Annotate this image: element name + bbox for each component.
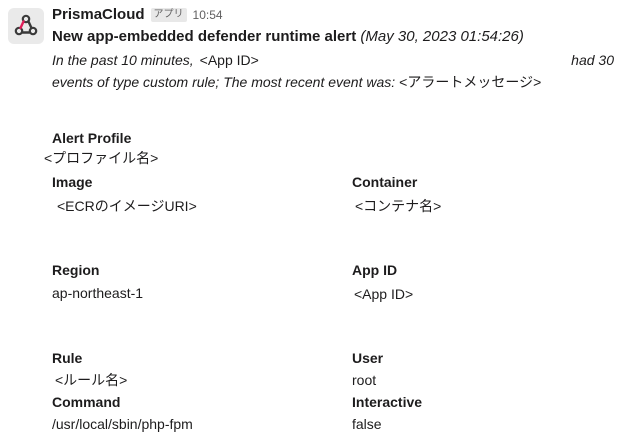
command-value: /usr/local/sbin/php-fpm: [52, 416, 193, 432]
desc-line2: events of type custom rule; The most rec…: [52, 74, 396, 90]
user-label: User: [352, 350, 384, 366]
region-label: Region: [52, 262, 100, 278]
interactive-value: false: [352, 416, 382, 432]
container-value: <コンテナ名>: [355, 198, 442, 214]
sender-name[interactable]: PrismaCloud: [52, 6, 145, 24]
interactive-label: Interactive: [352, 394, 423, 410]
image-value: <ECRのイメージURI>: [57, 198, 197, 214]
alert-description-line1: In the past 10 minutes, <App ID> had 30: [52, 51, 618, 69]
alert-date: (May 30, 2023 01:54:26): [360, 28, 524, 45]
alert-profile-value: <プロファイル名>: [44, 150, 159, 166]
image-label: Image: [52, 174, 93, 190]
timestamp[interactable]: 10:54: [193, 6, 223, 24]
rule-label: Rule: [52, 350, 83, 366]
message-header: PrismaCloud アプリ 10:54: [52, 6, 223, 24]
avatar[interactable]: [8, 8, 44, 44]
alert-title: New app-embedded defender runtime alert …: [52, 28, 524, 46]
rule-value: <ルール名>: [55, 372, 128, 388]
desc-app-id: <App ID>: [199, 52, 259, 68]
alert-profile-label: Alert Profile: [52, 130, 132, 146]
command-label: Command: [52, 394, 121, 410]
desc-prefix: In the past 10 minutes,: [52, 52, 194, 68]
desc-message: <アラートメッセージ>: [399, 74, 542, 90]
region-value: ap-northeast-1: [52, 285, 144, 301]
app-id-label: App ID: [352, 262, 398, 278]
prisma-cloud-logo-icon: [14, 14, 38, 36]
alert-title-text: New app-embedded defender runtime alert: [52, 28, 357, 45]
container-label: Container: [352, 174, 418, 190]
desc-had: had 30: [571, 52, 614, 68]
app-badge: アプリ: [150, 8, 187, 22]
app-id-value: <App ID>: [354, 286, 414, 302]
alert-description-line2: events of type custom rule; The most rec…: [52, 73, 541, 91]
user-value: root: [352, 372, 377, 388]
